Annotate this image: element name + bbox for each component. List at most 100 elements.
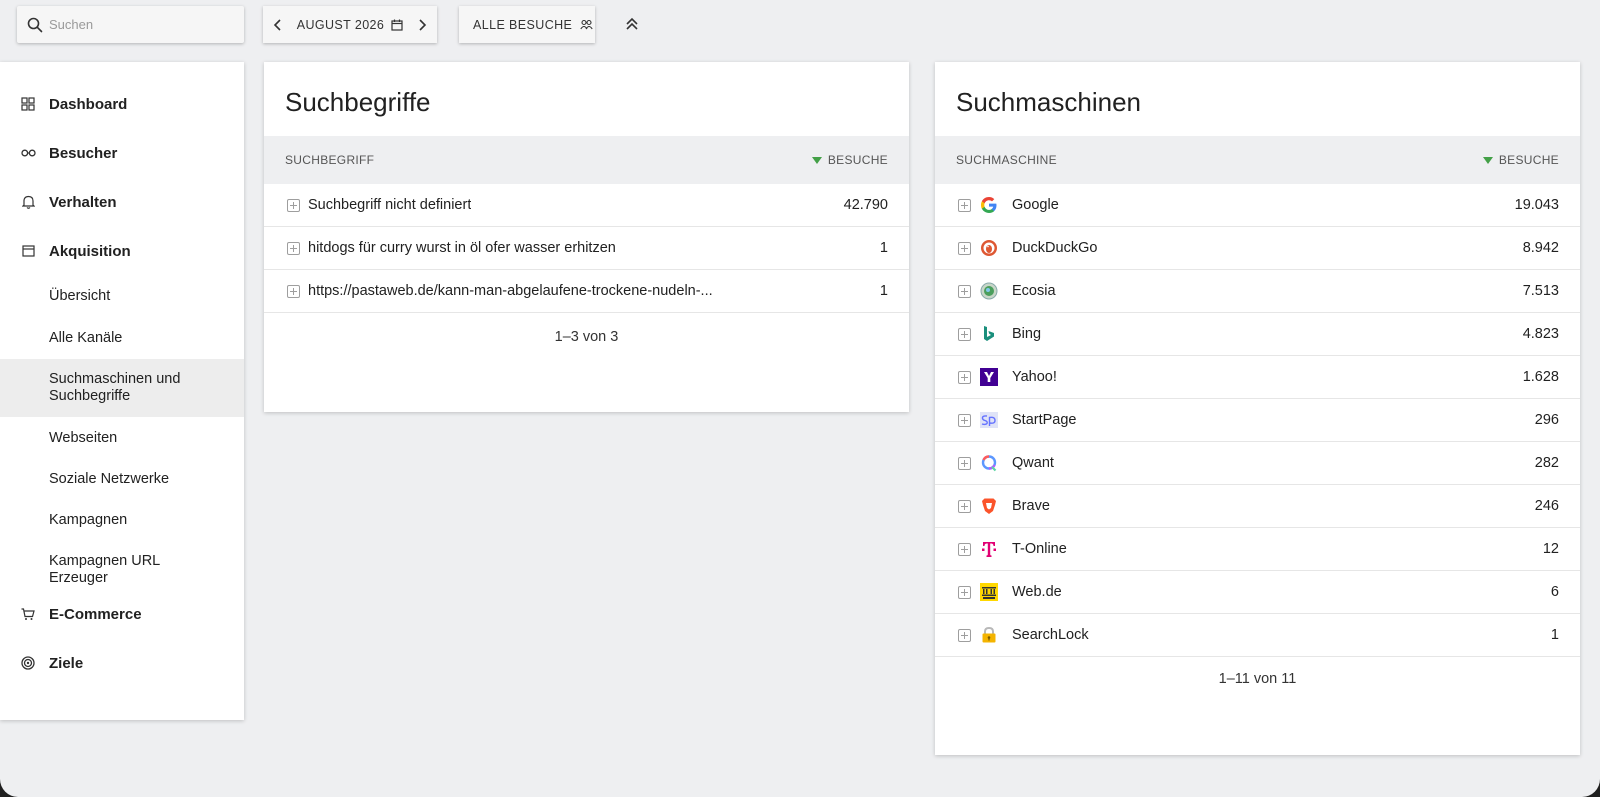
expand-plus-icon[interactable] [958,499,971,513]
users-icon [580,19,593,31]
calendar-icon [391,19,403,31]
chevron-left-icon[interactable] [273,18,283,32]
sidebar-subitem-label: Webseiten [49,429,118,446]
keywords-widget: Suchbegriffe SUCHBEGRIFF BESUCHE Suchbeg… [264,62,909,412]
row-value: 1 [879,283,888,299]
expand-plus-icon[interactable] [958,628,971,642]
sidebar-subitem-label: Kampagnen [49,511,128,528]
sidebar-item-label: Akquisition [49,242,131,260]
webde-logo-icon [980,583,998,601]
row-label: hitdogs für curry wurst in öl ofer wasse… [308,240,616,256]
bing-logo-icon [980,325,998,343]
sidebar-subitem-label: Soziale Netzwerke [49,470,170,487]
table-row[interactable]: Web.de 6 [935,571,1580,614]
expand-plus-icon[interactable] [287,284,300,298]
search-engines-table-header: SUCHMASCHINE BESUCHE [935,136,1580,184]
row-label: Ecosia [1012,283,1056,299]
yahoo-logo-icon [980,368,998,386]
row-value: 7.513 [1522,283,1559,299]
expand-plus-icon[interactable] [958,198,971,212]
period-button[interactable]: AUGUST 2026 [297,18,404,32]
search-engines-widget: Suchmaschinen SUCHMASCHINE BESUCHE Googl… [935,62,1580,755]
column-header-visits-label: BESUCHE [827,153,888,167]
row-label: Bing [1012,326,1042,342]
sidebar-subitem-kampagnen-url-erzeuger[interactable]: Kampagnen URL Erzeuger [0,541,244,599]
sidebar-item-besucher[interactable]: Besucher [0,133,244,173]
row-label: Qwant [1012,455,1054,471]
table-row[interactable]: Yahoo! 1.628 [935,356,1580,399]
sidebar-item-verhalten[interactable]: Verhalten [0,182,244,222]
expand-plus-icon[interactable] [287,241,300,255]
table-row[interactable]: SearchLock 1 [935,614,1580,657]
glasses-icon [20,145,36,161]
sidebar-item-label: Verhalten [49,193,117,211]
sidebar-item-ecommerce[interactable]: E-Commerce [0,594,244,634]
t-online-logo-icon [980,540,998,558]
sidebar-subitem-soziale-netzwerke[interactable]: Soziale Netzwerke [0,459,244,499]
row-value: 246 [1534,498,1559,514]
sidebar-subitem-suchmaschinen[interactable]: Suchmaschinen und Suchbegriffe [0,359,244,417]
row-value: 296 [1534,412,1559,428]
table-row[interactable]: Suchbegriff nicht definiert 42.790 [264,184,909,227]
expand-plus-icon[interactable] [958,327,971,341]
search-input[interactable] [49,17,229,32]
dashboard-grid-icon [20,96,36,112]
table-row[interactable]: Google 19.043 [935,184,1580,227]
row-label: T-Online [1012,541,1067,557]
expand-plus-icon[interactable] [958,585,971,599]
row-value: 1.628 [1522,369,1559,385]
expand-plus-icon[interactable] [958,370,971,384]
sidebar-item-dashboard[interactable]: Dashboard [0,84,244,124]
window-icon [20,243,36,259]
table-row[interactable]: DuckDuckGo 8.942 [935,227,1580,270]
target-icon [20,655,36,671]
table-row[interactable]: StartPage 296 [935,399,1580,442]
startpage-logo-icon [980,411,998,429]
qwant-logo-icon [980,454,998,472]
table-row[interactable]: Ecosia 7.513 [935,270,1580,313]
row-label: StartPage [1012,412,1077,428]
column-header-search-engine[interactable]: SUCHMASCHINE [956,153,1057,167]
row-value: 12 [1542,541,1559,557]
row-label: DuckDuckGo [1012,240,1098,256]
search-box[interactable] [17,6,244,43]
ecosia-logo-icon [980,282,998,300]
table-row[interactable]: Brave 246 [935,485,1580,528]
table-row[interactable]: hitdogs für curry wurst in öl ofer wasse… [264,227,909,270]
row-value: 8.942 [1522,240,1559,256]
row-value: 1 [879,240,888,256]
column-header-visits-label: BESUCHE [1498,153,1559,167]
sidebar-subitem-label: Kampagnen URL Erzeuger [49,553,160,586]
row-label: https://pastaweb.de/kann-man-abgelaufene… [308,283,713,299]
collapse-double-chevron-up-icon[interactable] [622,14,642,34]
row-value: 4.823 [1522,326,1559,342]
row-value: 42.790 [843,197,888,213]
chevron-right-icon[interactable] [417,18,427,32]
expand-plus-icon[interactable] [958,542,971,556]
table-row[interactable]: https://pastaweb.de/kann-man-abgelaufene… [264,270,909,313]
table-row[interactable]: Qwant 282 [935,442,1580,485]
sidebar-item-akquisition[interactable]: Akquisition [0,231,244,271]
sidebar-item-ziele[interactable]: Ziele [0,643,244,683]
table-row[interactable]: T-Online 12 [935,528,1580,571]
sidebar-item-label: Ziele [49,654,84,672]
sidebar-subitem-uebersicht[interactable]: Übersicht [0,276,244,316]
column-header-keyword[interactable]: SUCHBEGRIFF [285,153,374,167]
column-header-visits[interactable]: BESUCHE [811,153,888,167]
row-label: SearchLock [1012,627,1089,643]
expand-plus-icon[interactable] [958,284,971,298]
expand-plus-icon[interactable] [287,198,300,212]
sidebar-subitem-alle-kanaele[interactable]: Alle Kanäle [0,318,244,358]
expand-plus-icon[interactable] [958,241,971,255]
column-header-visits[interactable]: BESUCHE [1482,153,1559,167]
table-row[interactable]: Bing 4.823 [935,313,1580,356]
sidebar-subitem-webseiten[interactable]: Webseiten [0,418,244,458]
expand-plus-icon[interactable] [958,456,971,470]
sort-desc-icon [1482,156,1493,164]
sidebar-subitem-kampagnen[interactable]: Kampagnen [0,500,244,540]
segment-selector[interactable]: ALLE BESUCHE [459,6,595,43]
period-label: AUGUST 2026 [296,17,385,32]
row-label: Web.de [1012,584,1062,600]
sidebar-subitem-label: Suchmaschinen und Suchbegriffe [49,371,181,404]
expand-plus-icon[interactable] [958,413,971,427]
